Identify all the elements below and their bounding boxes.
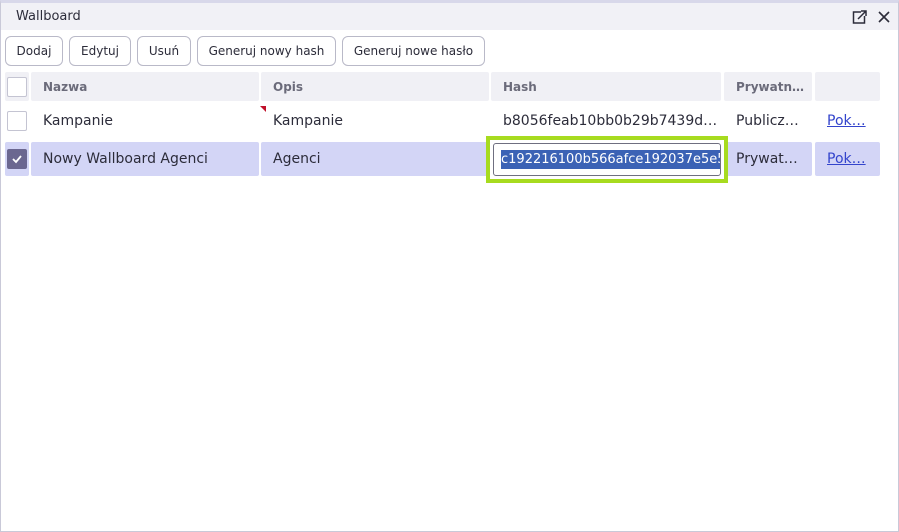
add-button[interactable]: Dodaj xyxy=(5,36,63,66)
cell-link: Pok… xyxy=(815,142,880,176)
column-header-hash[interactable]: Hash xyxy=(491,72,721,101)
check-icon xyxy=(12,155,22,164)
window-title: Wallboard xyxy=(16,9,81,24)
column-header-description[interactable]: Opis xyxy=(261,72,489,101)
cell-name: Kampanie xyxy=(43,113,113,129)
row-checkbox[interactable] xyxy=(7,111,27,131)
hash-edit-highlight: c192216100b566afce192037e5e5 xyxy=(486,136,728,183)
cell-private: Publicz… xyxy=(736,113,799,129)
column-header-extra xyxy=(815,72,880,101)
wallboard-window: Wallboard Dodaj Edytuj Usuń Generuj nowy… xyxy=(0,0,899,532)
close-icon[interactable] xyxy=(875,8,893,26)
popout-icon[interactable] xyxy=(851,8,869,26)
title-bar: Wallboard xyxy=(1,3,898,30)
cell-description: Agenci xyxy=(261,142,489,176)
cell-description: Kampanie xyxy=(273,113,343,129)
delete-button[interactable]: Usuń xyxy=(137,36,191,66)
edit-button[interactable]: Edytuj xyxy=(69,36,131,66)
show-link[interactable]: Pok… xyxy=(827,113,866,129)
cell-name: Nowy Wallboard Agenci xyxy=(31,142,259,176)
edited-marker xyxy=(260,106,266,112)
hash-edit-value: c192216100b566afce192037e5e5 xyxy=(501,150,720,169)
generate-password-button[interactable]: Generuj nowe hasło xyxy=(342,36,485,66)
show-link[interactable]: Pok… xyxy=(827,151,866,167)
hash-edit-input[interactable]: c192216100b566afce192037e5e5 xyxy=(493,143,721,176)
select-all-checkbox[interactable] xyxy=(7,77,27,97)
cell-link: Pok… xyxy=(815,104,880,138)
cell-hash: b8056feab10bb0b29b7439d… xyxy=(503,113,718,129)
cell-private: Prywat… xyxy=(724,142,812,176)
generate-hash-button[interactable]: Generuj nowy hash xyxy=(197,36,336,66)
row-checkbox[interactable] xyxy=(7,149,27,169)
column-header-private[interactable]: Prywatn… xyxy=(724,72,812,101)
column-header-name[interactable]: Nazwa xyxy=(31,72,259,101)
